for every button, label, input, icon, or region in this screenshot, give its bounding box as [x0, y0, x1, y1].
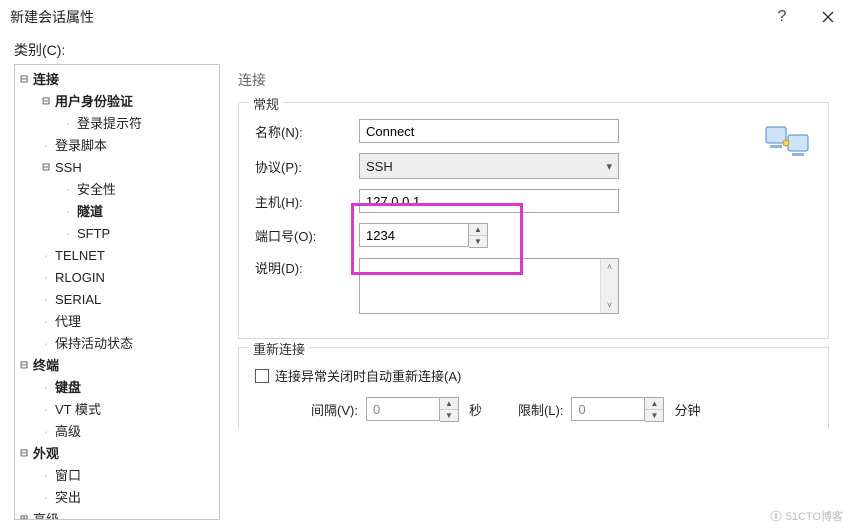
tree-item-tunnel[interactable]: ·隧道 [17, 201, 217, 223]
port-spinner[interactable]: ▲▼ [469, 223, 488, 248]
description-input[interactable]: ˄˅ [359, 258, 619, 314]
connection-icon [764, 121, 810, 164]
limit-spinner[interactable]: ▲▼ [645, 397, 664, 422]
help-button[interactable]: ? [759, 0, 805, 34]
auto-reconnect-label: 连接异常关闭时自动重新连接(A) [275, 366, 461, 385]
scroll-up-icon[interactable]: ˄ [601, 259, 618, 275]
collapse-icon[interactable]: ⊟ [39, 91, 53, 113]
interval-label: 间隔(V): [311, 400, 358, 419]
close-button[interactable] [805, 0, 851, 34]
collapse-icon[interactable]: ⊟ [17, 69, 31, 91]
watermark-icon [770, 510, 782, 522]
protocol-label: 协议(P): [251, 157, 359, 176]
window-title: 新建会话属性 [10, 7, 759, 27]
scrollbar[interactable]: ˄˅ [600, 259, 618, 313]
tree-item-window[interactable]: ·窗口 [17, 465, 217, 487]
checkbox-icon [255, 369, 269, 383]
tree-item-connection[interactable]: ⊟连接 [17, 69, 217, 91]
tree-item-advanced2[interactable]: ⊞高级 [17, 509, 217, 520]
tree-item-appearance[interactable]: ⊟外观 [17, 443, 217, 465]
expand-icon[interactable]: ⊞ [17, 509, 31, 520]
port-label: 端口号(O): [251, 226, 359, 245]
limit-label: 限制(L): [518, 400, 564, 419]
group-general-legend: 常规 [249, 94, 283, 113]
spin-down-icon[interactable]: ▼ [469, 236, 487, 247]
settings-panel: 连接 常规 名称(N): [230, 64, 837, 520]
group-general: 常规 名称(N): [238, 102, 829, 339]
tree-item-keepalive[interactable]: ·保持活动状态 [17, 333, 217, 355]
category-tree[interactable]: ⊟连接 ⊟用户身份验证 ·登录提示符 ·登录脚本 ⊟SSH ·安全性 ·隧道 ·… [14, 64, 220, 520]
name-label: 名称(N): [251, 122, 359, 141]
category-label: 类别(C): [14, 40, 837, 60]
tree-item-ssh[interactable]: ⊟SSH [17, 157, 217, 179]
tree-item-security[interactable]: ·安全性 [17, 179, 217, 201]
panel-caption: 连接 [230, 66, 837, 98]
tree-item-user-auth[interactable]: ⊟用户身份验证 [17, 91, 217, 113]
tree-item-advanced[interactable]: ·高级 [17, 421, 217, 443]
interval-unit: 秒 [469, 400, 482, 419]
spin-down-icon[interactable]: ▼ [440, 410, 458, 421]
group-reconnect-legend: 重新连接 [249, 339, 309, 358]
tree-item-telnet[interactable]: ·TELNET [17, 245, 217, 267]
protocol-value: SSH [366, 159, 393, 174]
watermark: 51CTO博客 [770, 508, 843, 524]
tree-item-sftp[interactable]: ·SFTP [17, 223, 217, 245]
tree-item-keyboard[interactable]: ·键盘 [17, 377, 217, 399]
tree-item-proxy[interactable]: ·代理 [17, 311, 217, 333]
chevron-down-icon: ▾ [606, 160, 612, 173]
interval-spinner[interactable]: ▲▼ [440, 397, 459, 422]
host-label: 主机(H): [251, 192, 359, 211]
collapse-icon[interactable]: ⊟ [39, 157, 53, 179]
spin-up-icon[interactable]: ▲ [440, 398, 458, 410]
name-input[interactable] [359, 119, 619, 143]
port-input[interactable] [359, 223, 469, 247]
tree-item-login-script[interactable]: ·登录脚本 [17, 135, 217, 157]
desc-label: 说明(D): [251, 258, 359, 277]
spin-up-icon[interactable]: ▲ [645, 398, 663, 410]
collapse-icon[interactable]: ⊟ [17, 355, 31, 377]
titlebar: 新建会话属性 ? [0, 0, 851, 34]
interval-input[interactable] [366, 397, 440, 421]
tree-item-login-prompt[interactable]: ·登录提示符 [17, 113, 217, 135]
group-reconnect: 重新连接 连接异常关闭时自动重新连接(A) 间隔(V): ▲▼ 秒 限制(L): [238, 347, 829, 428]
tree-item-terminal[interactable]: ⊟终端 [17, 355, 217, 377]
host-input[interactable] [359, 189, 619, 213]
spin-down-icon[interactable]: ▼ [645, 410, 663, 421]
protocol-select[interactable]: SSH ▾ [359, 153, 619, 179]
tree-item-serial[interactable]: ·SERIAL [17, 289, 217, 311]
close-icon [822, 11, 834, 23]
tree-item-rlogin[interactable]: ·RLOGIN [17, 267, 217, 289]
auto-reconnect-checkbox[interactable]: 连接异常关闭时自动重新连接(A) [255, 366, 816, 385]
tree-item-vtmode[interactable]: ·VT 模式 [17, 399, 217, 421]
collapse-icon[interactable]: ⊟ [17, 443, 31, 465]
limit-unit: 分钟 [674, 400, 700, 419]
scroll-down-icon[interactable]: ˅ [601, 297, 618, 313]
limit-input[interactable] [571, 397, 645, 421]
spin-up-icon[interactable]: ▲ [469, 224, 487, 236]
tree-item-highlight[interactable]: ·突出 [17, 487, 217, 509]
